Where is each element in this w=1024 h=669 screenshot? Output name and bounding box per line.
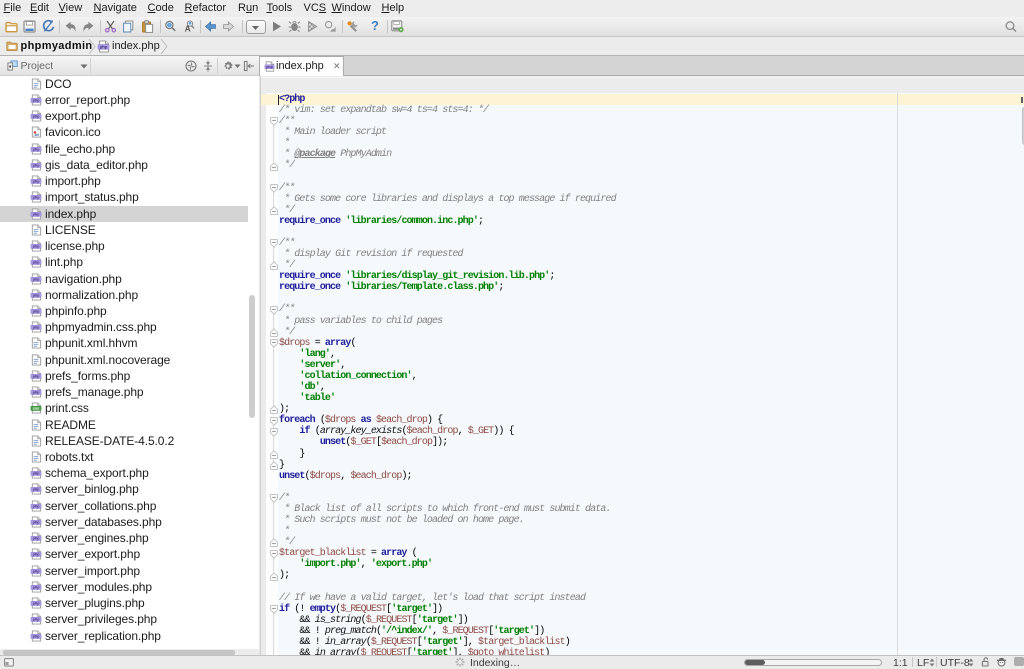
svg-text:A: A [185,23,191,33]
